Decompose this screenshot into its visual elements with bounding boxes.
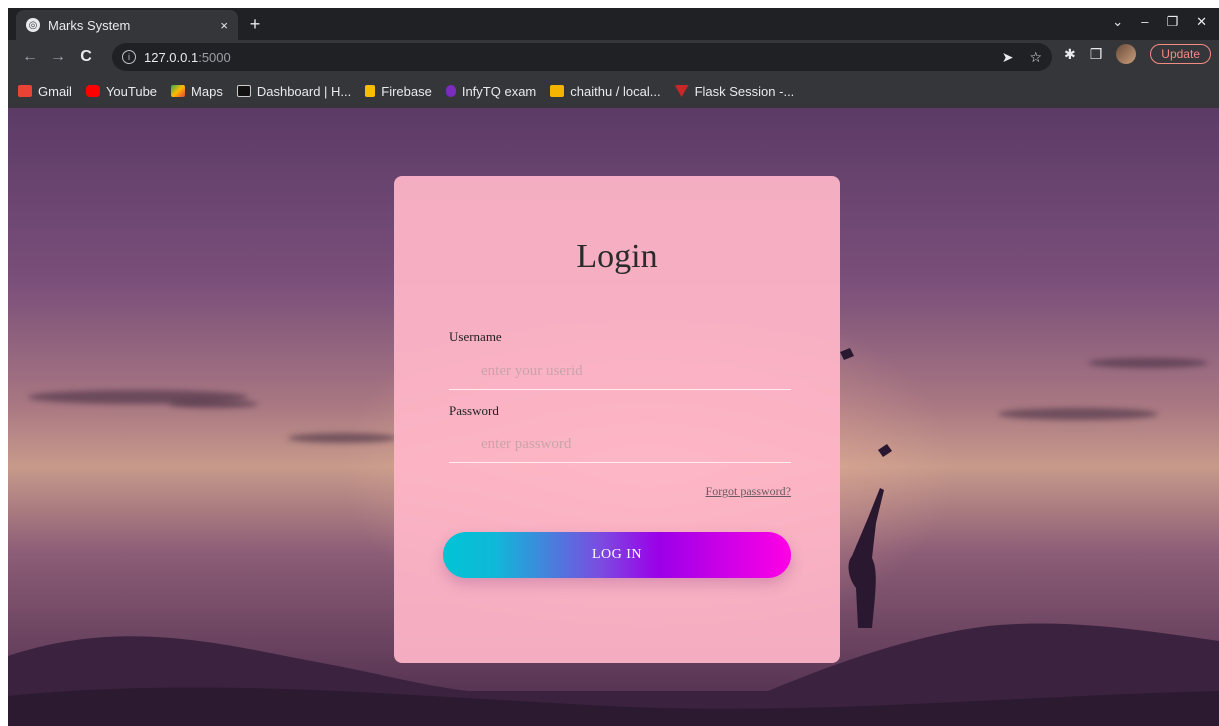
youtube-icon bbox=[85, 85, 100, 97]
bookmark-flask-session[interactable]: Flask Session -... bbox=[674, 84, 794, 99]
globe-icon: ◎ bbox=[26, 18, 40, 32]
cloud bbox=[288, 433, 398, 443]
tab-search-icon[interactable]: ⌄ bbox=[1112, 14, 1123, 30]
cap-icon bbox=[878, 444, 892, 457]
tab-strip: ◎ Marks System × + ⌄ – ❐ ✕ bbox=[8, 8, 1219, 40]
back-icon[interactable]: ← bbox=[18, 48, 42, 66]
firebase-icon bbox=[365, 85, 376, 97]
username-label: Username bbox=[449, 329, 502, 344]
tab-marks-system[interactable]: ◎ Marks System × bbox=[16, 10, 238, 40]
omnibox-actions: ➤ ☆ bbox=[1002, 49, 1042, 66]
xampp-icon bbox=[550, 85, 565, 97]
browser-chrome: ◎ Marks System × + ⌄ – ❐ ✕ ← → C i 127.0… bbox=[8, 8, 1219, 108]
bookmarks-bar: Gmail YouTube Maps Dashboard | H... Fire… bbox=[8, 74, 1219, 108]
profile-avatar[interactable] bbox=[1116, 44, 1137, 64]
password-label: Password bbox=[449, 403, 499, 418]
login-title: Login bbox=[576, 238, 658, 275]
cloud bbox=[1088, 358, 1208, 368]
maps-icon bbox=[171, 85, 186, 97]
side-panel-icon[interactable]: ❒ bbox=[1090, 46, 1103, 63]
username-input[interactable] bbox=[449, 354, 791, 390]
flask-icon bbox=[674, 85, 689, 97]
login-button[interactable]: LOG IN bbox=[443, 532, 791, 578]
forgot-password-link[interactable]: Forgot password? bbox=[706, 484, 791, 499]
gmail-icon bbox=[18, 85, 32, 97]
reload-icon[interactable]: C bbox=[74, 48, 98, 66]
forward-icon[interactable]: → bbox=[46, 48, 70, 66]
bookmark-youtube[interactable]: YouTube bbox=[85, 84, 157, 99]
address-bar[interactable]: i 127.0.0.1 :5000 ➤ ☆ bbox=[112, 43, 1052, 71]
window-controls: ⌄ – ❐ ✕ bbox=[1112, 14, 1207, 30]
minimize-icon[interactable]: – bbox=[1141, 14, 1148, 30]
send-icon[interactable]: ➤ bbox=[1002, 49, 1014, 66]
bookmark-dashboard[interactable]: Dashboard | H... bbox=[236, 84, 351, 99]
bookmark-maps[interactable]: Maps bbox=[171, 84, 223, 99]
tab-title: Marks System bbox=[48, 17, 131, 33]
cloud bbox=[168, 400, 258, 408]
restore-icon[interactable]: ❐ bbox=[1166, 14, 1178, 30]
password-input[interactable] bbox=[449, 427, 791, 463]
bookmark-chaithu[interactable]: chaithu / local... bbox=[550, 84, 661, 99]
infytq-icon bbox=[445, 85, 456, 97]
new-tab-button[interactable]: + bbox=[244, 14, 266, 35]
close-window-icon[interactable]: ✕ bbox=[1196, 14, 1207, 30]
dashboard-icon bbox=[236, 85, 251, 97]
bookmark-gmail[interactable]: Gmail bbox=[18, 84, 72, 99]
update-button[interactable]: Update bbox=[1150, 44, 1211, 64]
site-info-icon[interactable]: i bbox=[122, 50, 136, 64]
cloud bbox=[998, 408, 1158, 420]
toolbar-right: ✱ ❒ Update bbox=[1064, 44, 1211, 64]
browser-toolbar: ← → C i 127.0.0.1 :5000 ➤ ☆ ✱ ❒ Update bbox=[8, 40, 1219, 74]
extensions-icon[interactable]: ✱ bbox=[1064, 46, 1076, 63]
close-tab-icon[interactable]: × bbox=[220, 18, 228, 33]
login-card: Login Username Password Forgot password?… bbox=[394, 176, 840, 663]
bookmark-firebase[interactable]: Firebase bbox=[365, 84, 432, 99]
bookmark-infytq[interactable]: InfyTQ exam bbox=[445, 84, 536, 99]
url-port: :5000 bbox=[198, 49, 231, 65]
cap-icon bbox=[840, 348, 854, 360]
url-host: 127.0.0.1 bbox=[144, 49, 199, 65]
bookmark-star-icon[interactable]: ☆ bbox=[1029, 49, 1042, 66]
